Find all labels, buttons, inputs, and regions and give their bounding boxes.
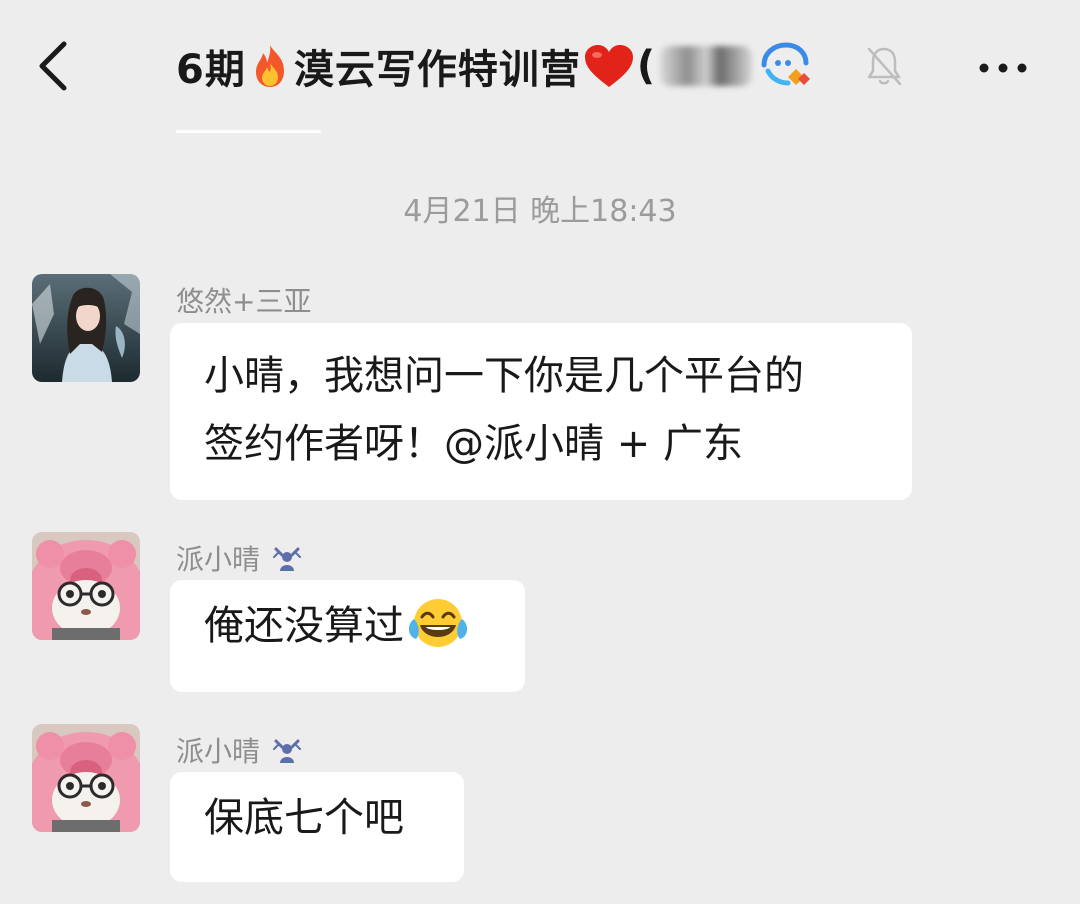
chat-header: 6期 漠云写作特训营 (: [0, 0, 1080, 135]
title-underline: [176, 130, 321, 133]
message-bubble[interactable]: 保底七个吧: [170, 772, 464, 882]
red-heart-emoji-icon: [584, 45, 633, 87]
chat-title[interactable]: 6期 漠云写作特训营 (: [176, 34, 876, 98]
sender-name: 悠然+三亚: [176, 280, 311, 320]
message-line: 签约作者呀！@派小晴 + 广东: [204, 421, 743, 467]
sender-name-text: 派小晴: [176, 543, 261, 576]
title-bracket: (: [636, 43, 657, 89]
fire-emoji-icon: [255, 45, 284, 87]
avatar-image: [32, 724, 140, 832]
avatar-paixiaoqing[interactable]: [32, 532, 140, 640]
title-main: 漠云写作特训营: [293, 47, 581, 93]
avatar-image: [32, 532, 140, 640]
back-chevron-icon[interactable]: [28, 36, 84, 96]
sender-name: 派小晴: [176, 730, 304, 770]
tears-of-joy-emoji-icon: [408, 599, 468, 647]
sender-name-text: 派小晴: [176, 735, 261, 768]
message-bubble[interactable]: 小晴，我想问一下你是几个平台的 签约作者呀！@派小晴 + 广东: [170, 323, 912, 500]
avatar-paixiaoqing[interactable]: [32, 724, 140, 832]
message-bubble[interactable]: 俺还没算过: [170, 580, 525, 692]
group-chat-icon: [761, 42, 811, 86]
member-badge-icon: [273, 547, 302, 571]
muted-bell-icon[interactable]: [864, 44, 904, 88]
redacted-blur: [660, 46, 753, 86]
message-timestamp: 4月21日 晚上18:43: [403, 194, 677, 229]
message-line: 小晴，我想问一下你是几个平台的: [204, 353, 804, 399]
message-line: 俺还没算过: [204, 592, 491, 660]
sender-name-text: 悠然+三亚: [176, 285, 312, 318]
avatar-youran[interactable]: [32, 274, 140, 382]
message-line: 保底七个吧: [204, 795, 404, 841]
sender-name: 派小晴: [176, 538, 304, 578]
title-prefix: 6期: [176, 47, 246, 93]
member-badge-icon: [273, 739, 302, 763]
message-text: 俺还没算过: [204, 603, 404, 649]
avatar-image: [32, 274, 140, 382]
more-options-icon[interactable]: [972, 48, 1034, 88]
